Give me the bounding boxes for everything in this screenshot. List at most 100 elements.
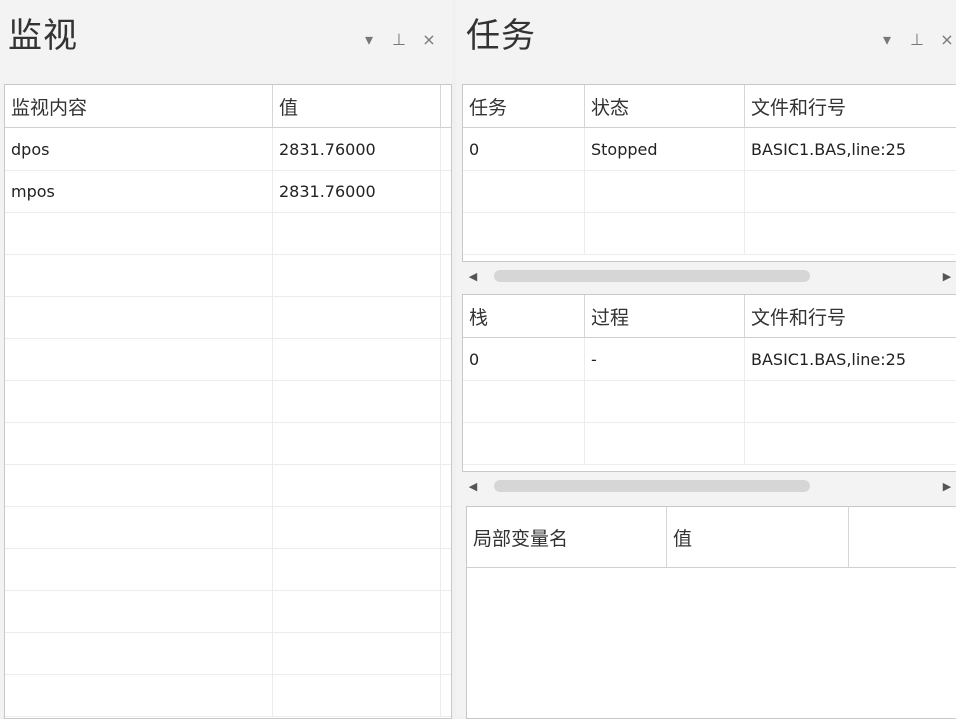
- task-hscrollbar[interactable]: ◀ ▶: [456, 262, 956, 290]
- watch-grid[interactable]: 监视内容 值 dpos 2831.76000 mpos 2831.76000: [4, 84, 452, 719]
- table-row[interactable]: [5, 674, 451, 717]
- empty-cell: [5, 338, 273, 380]
- empty-cell: [745, 422, 956, 464]
- table-row[interactable]: 0 - BASIC1.BAS,line:25: [463, 338, 956, 381]
- empty-cell: [585, 212, 745, 254]
- col-header-stack[interactable]: 栈: [463, 295, 585, 337]
- scroll-left-icon[interactable]: ◀: [466, 268, 480, 284]
- empty-cell: [273, 464, 441, 506]
- table-row[interactable]: [5, 254, 451, 297]
- task-status-cell: Stopped: [585, 128, 745, 170]
- empty-cell: [5, 422, 273, 464]
- empty-cell: [463, 380, 585, 422]
- stack-grid[interactable]: 栈 过程 文件和行号 0 - BASIC1.BAS,line:25: [462, 294, 956, 472]
- table-row[interactable]: [463, 380, 956, 423]
- watch-panel-header: 监视 ▾ ⊥ ×: [0, 0, 452, 80]
- scroll-thumb[interactable]: [494, 480, 810, 492]
- task-grid[interactable]: 任务 状态 文件和行号 0 Stopped BASIC1.BAS,line:25: [462, 84, 956, 262]
- close-icon[interactable]: ×: [938, 30, 956, 49]
- empty-cell: [463, 422, 585, 464]
- empty-cell: [5, 590, 273, 632]
- stack-file-line-cell: BASIC1.BAS,line:25: [745, 338, 956, 380]
- empty-cell: [585, 422, 745, 464]
- watch-header-row: 监视内容 值: [5, 85, 451, 128]
- empty-cell: [273, 548, 441, 590]
- empty-cell: [5, 506, 273, 548]
- table-row[interactable]: [5, 590, 451, 633]
- watch-value-cell: 2831.76000: [273, 170, 441, 212]
- task-panel-title: 任务: [466, 16, 536, 56]
- scroll-thumb[interactable]: [494, 270, 810, 282]
- empty-cell: [5, 548, 273, 590]
- empty-cell: [273, 590, 441, 632]
- close-icon[interactable]: ×: [420, 30, 438, 49]
- task-header-row: 任务 状态 文件和行号: [463, 85, 956, 128]
- empty-cell: [273, 506, 441, 548]
- locals-grid[interactable]: 局部变量名 值: [466, 506, 956, 719]
- watch-value-cell: 2831.76000: [273, 128, 441, 170]
- table-row[interactable]: [5, 548, 451, 591]
- watch-panel-title: 监视: [8, 16, 78, 56]
- stack-header-row: 栈 过程 文件和行号: [463, 295, 956, 338]
- empty-cell: [273, 632, 441, 674]
- empty-cell: [273, 380, 441, 422]
- empty-cell: [745, 170, 956, 212]
- empty-cell: [463, 170, 585, 212]
- table-row[interactable]: [5, 422, 451, 465]
- stack-id-cell: 0: [463, 338, 585, 380]
- watch-name-cell: dpos: [5, 128, 273, 170]
- scroll-left-icon[interactable]: ◀: [466, 478, 480, 494]
- empty-cell: [273, 296, 441, 338]
- dropdown-icon[interactable]: ▾: [878, 30, 896, 49]
- empty-cell: [5, 380, 273, 422]
- empty-cell: [5, 254, 273, 296]
- empty-cell: [273, 212, 441, 254]
- table-row[interactable]: [463, 170, 956, 213]
- scroll-right-icon[interactable]: ▶: [940, 268, 954, 284]
- table-row[interactable]: [5, 464, 451, 507]
- col-header-status[interactable]: 状态: [585, 85, 745, 127]
- table-row[interactable]: dpos 2831.76000: [5, 128, 451, 171]
- empty-cell: [5, 632, 273, 674]
- table-row[interactable]: mpos 2831.76000: [5, 170, 451, 213]
- table-row[interactable]: [463, 212, 956, 255]
- table-row[interactable]: [5, 338, 451, 381]
- watch-panel: 监视 ▾ ⊥ × 监视内容 值 dpos 2831.76000 mpos 283…: [0, 0, 452, 719]
- col-header-watch-content[interactable]: 监视内容: [5, 85, 273, 127]
- empty-cell: [585, 170, 745, 212]
- stack-hscrollbar[interactable]: ◀ ▶: [456, 472, 956, 500]
- col-header-value[interactable]: 值: [273, 85, 441, 127]
- pin-icon[interactable]: ⊥: [390, 30, 408, 49]
- col-header-local-name[interactable]: 局部变量名: [467, 507, 667, 567]
- empty-cell: [5, 674, 273, 716]
- locals-header-row: 局部变量名 值: [467, 507, 956, 568]
- empty-cell: [273, 674, 441, 716]
- task-panel: 任务 ▾ ⊥ × 任务 状态 文件和行号 0 Stopped BASIC1.BA…: [456, 0, 956, 719]
- col-header-proc[interactable]: 过程: [585, 295, 745, 337]
- empty-cell: [5, 296, 273, 338]
- col-header-file-line[interactable]: 文件和行号: [745, 85, 956, 127]
- empty-cell: [5, 464, 273, 506]
- col-header-file-line[interactable]: 文件和行号: [745, 295, 956, 337]
- col-header-extra[interactable]: [849, 507, 956, 567]
- dropdown-icon[interactable]: ▾: [360, 30, 378, 49]
- empty-cell: [745, 212, 956, 254]
- task-file-line-cell: BASIC1.BAS,line:25: [745, 128, 956, 170]
- empty-cell: [273, 254, 441, 296]
- table-row[interactable]: [5, 506, 451, 549]
- empty-cell: [463, 212, 585, 254]
- col-header-task[interactable]: 任务: [463, 85, 585, 127]
- col-header-value[interactable]: 值: [667, 507, 849, 567]
- empty-cell: [745, 380, 956, 422]
- table-row[interactable]: [463, 422, 956, 465]
- table-row[interactable]: [5, 380, 451, 423]
- table-row[interactable]: [5, 212, 451, 255]
- scroll-right-icon[interactable]: ▶: [940, 478, 954, 494]
- table-row[interactable]: 0 Stopped BASIC1.BAS,line:25: [463, 128, 956, 171]
- stack-proc-cell: -: [585, 338, 745, 380]
- table-row[interactable]: [5, 632, 451, 675]
- empty-cell: [5, 212, 273, 254]
- pin-icon[interactable]: ⊥: [908, 30, 926, 49]
- table-row[interactable]: [5, 296, 451, 339]
- task-panel-header: 任务 ▾ ⊥ ×: [456, 0, 956, 80]
